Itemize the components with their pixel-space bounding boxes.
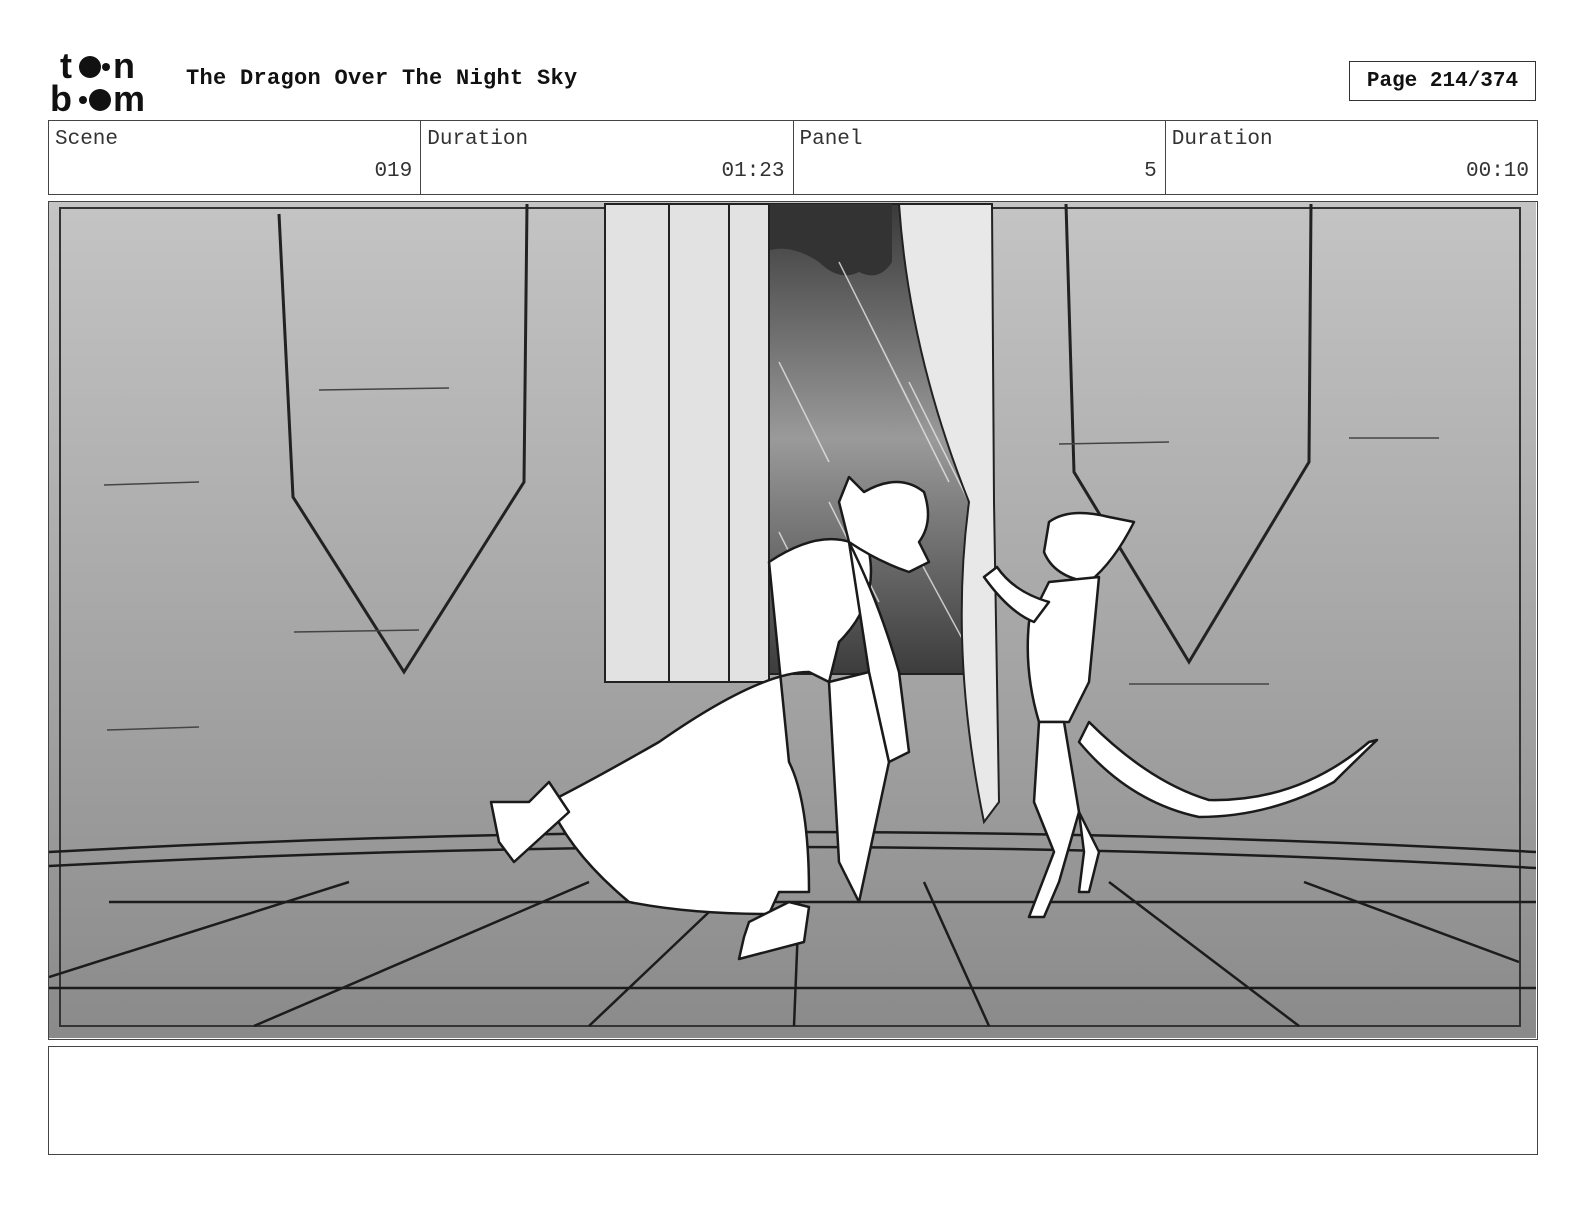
panel-value: 5 bbox=[1144, 160, 1157, 183]
scene-label: Scene bbox=[55, 128, 119, 151]
panel-sketch bbox=[49, 202, 1536, 1038]
panel-info-table: Scene 019 Duration 01:23 Panel 5 Duratio… bbox=[48, 120, 1538, 195]
scene-duration-label: Duration bbox=[427, 128, 529, 151]
scene-duration-cell: Duration 01:23 bbox=[421, 121, 794, 194]
svg-text:m: m bbox=[113, 78, 145, 114]
toonboom-logo: t n b m bbox=[50, 45, 164, 119]
panel-label: Panel bbox=[799, 128, 863, 151]
storyboard-panel-image bbox=[48, 201, 1538, 1040]
panel-duration-label: Duration bbox=[1171, 128, 1273, 151]
storyboard-title: The Dragon Over The Night Sky bbox=[186, 66, 578, 91]
panel-duration-cell: Duration 00:10 bbox=[1166, 121, 1537, 194]
panel-duration-value: 00:10 bbox=[1465, 160, 1529, 183]
svg-text:b: b bbox=[50, 78, 72, 114]
scene-cell: Scene 019 bbox=[49, 121, 422, 194]
panel-notes-box bbox=[48, 1046, 1538, 1155]
page-number: Page 214/374 bbox=[1349, 61, 1536, 101]
panel-cell: Panel 5 bbox=[794, 121, 1166, 194]
scene-value: 019 bbox=[374, 160, 413, 183]
scene-duration-value: 01:23 bbox=[721, 160, 785, 183]
